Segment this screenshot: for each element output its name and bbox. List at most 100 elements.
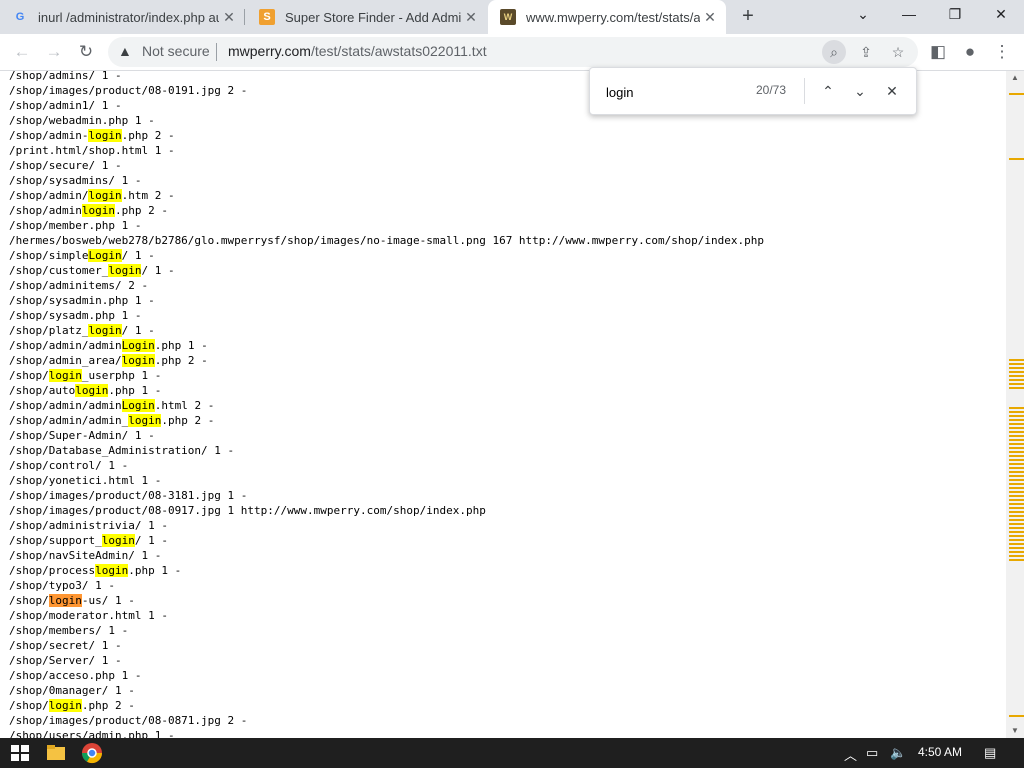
- find-match-highlight: login: [48, 369, 82, 382]
- scrollbar-match-marker: [1009, 551, 1024, 553]
- find-match-highlight: Login: [88, 249, 122, 262]
- log-line: /shop/admin/adminLogin.html 2 -: [9, 398, 214, 413]
- windows-taskbar: ︿ ▭ 🔈 4:50 AM ▤: [0, 738, 1024, 768]
- scrollbar-match-marker: [1009, 379, 1024, 381]
- address-bar[interactable]: ▲ Not secure mwperry.com/test/stats/awst…: [108, 37, 918, 67]
- log-line-text: /shop/: [9, 594, 49, 607]
- find-next-button[interactable]: ⌄: [848, 79, 872, 103]
- close-tab-icon[interactable]: ✕: [461, 9, 481, 26]
- log-line: /shop/members/ 1 -: [9, 623, 128, 638]
- url-text[interactable]: mwperry.com/test/stats/awstats022011.txt: [228, 43, 487, 59]
- log-line-text: .php 2 -: [161, 414, 215, 427]
- log-line: /shop/adminitems/ 2 -: [9, 278, 148, 293]
- chrome-icon[interactable]: [80, 741, 104, 765]
- reload-button[interactable]: ↻: [72, 38, 100, 66]
- scrollbar-match-marker: [1009, 523, 1024, 525]
- close-tab-icon[interactable]: ✕: [700, 9, 720, 26]
- log-line-text: / 1 -: [134, 534, 168, 547]
- log-line: /shop/admin/admin_login.php 2 -: [9, 413, 214, 428]
- scrollbar-match-marker: [1009, 543, 1024, 545]
- forward-button[interactable]: →: [40, 38, 68, 66]
- log-line: /shop/images/product/08-3181.jpg 1 -: [9, 488, 247, 503]
- log-line-text: /shop/secure/ 1 -: [9, 159, 122, 172]
- find-match-highlight: login: [95, 564, 129, 577]
- log-line: /shop/platz_login/ 1 -: [9, 323, 155, 338]
- notifications-icon[interactable]: ▤: [984, 745, 996, 761]
- log-line-text: /shop/admin1/ 1 -: [9, 99, 122, 112]
- scrollbar-match-marker: [1009, 459, 1024, 461]
- scrollbar-match-marker: [1009, 387, 1024, 389]
- scrollbar-match-marker: [1009, 555, 1024, 557]
- side-panel-icon[interactable]: ◧: [924, 38, 952, 66]
- log-line-text: /shop/Database_Administration/ 1 -: [9, 444, 235, 457]
- menu-kebab-icon[interactable]: ⋮: [988, 38, 1016, 66]
- profile-avatar[interactable]: ●: [956, 38, 984, 66]
- scrollbar-match-marker: [1009, 439, 1024, 441]
- tab-title: inurl /administrator/index.php au: [38, 9, 219, 25]
- scrollbar-match-marker: [1009, 519, 1024, 521]
- find-close-button[interactable]: ✕: [880, 79, 904, 103]
- store-icon: S: [259, 9, 275, 25]
- close-window-button[interactable]: ✕: [978, 0, 1024, 30]
- log-line: /shop/users/admin.php 1 -: [9, 728, 175, 738]
- scrollbar-match-marker: [1009, 435, 1024, 437]
- log-line: /shop/secret/ 1 -: [9, 638, 122, 653]
- clock[interactable]: 4:50 AM: [918, 745, 962, 759]
- find-match-highlight: login: [101, 534, 135, 547]
- security-label[interactable]: Not secure: [142, 43, 210, 59]
- tab-super-store-finder[interactable]: S Super Store Finder - Add Admin ✕: [247, 0, 487, 34]
- log-line: /shop/moderator.html 1 -: [9, 608, 168, 623]
- vertical-scrollbar[interactable]: ▲ ▼: [1006, 71, 1024, 738]
- log-line-text: / 1 -: [121, 249, 155, 262]
- tab-search-button[interactable]: ⌄: [840, 0, 886, 30]
- scroll-up-arrow[interactable]: ▲: [1006, 71, 1024, 85]
- log-line-text: /shop/simple: [9, 249, 89, 262]
- log-line: /shop/typo3/ 1 -: [9, 578, 115, 593]
- scrollbar-match-marker: [1009, 487, 1024, 489]
- file-explorer-icon[interactable]: [44, 741, 68, 765]
- scrollbar-match-marker: [1009, 407, 1024, 409]
- bookmark-star-icon[interactable]: ☆: [886, 40, 910, 64]
- tray-chevron-icon[interactable]: ︿: [844, 745, 857, 764]
- log-line: /shop/acceso.php 1 -: [9, 668, 141, 683]
- log-line: /hermes/bosweb/web278/b2786/glo.mwperrys…: [9, 233, 764, 248]
- scrollbar-match-marker: [1009, 93, 1024, 95]
- warning-icon[interactable]: ▲: [118, 43, 132, 59]
- network-icon[interactable]: ▭: [866, 745, 878, 761]
- scroll-down-arrow[interactable]: ▼: [1006, 724, 1024, 738]
- find-input[interactable]: [604, 81, 748, 103]
- scrollbar-match-marker: [1009, 463, 1024, 465]
- log-line-text: /shop/images/product/08-3181.jpg 1 -: [9, 489, 248, 502]
- back-button[interactable]: ←: [8, 38, 36, 66]
- log-line: /shop/support_login/ 1 -: [9, 533, 168, 548]
- log-line: /shop/Super-Admin/ 1 -: [9, 428, 155, 443]
- scrollbar-match-marker: [1009, 715, 1024, 717]
- find-in-page-icon[interactable]: ⌕: [822, 40, 846, 64]
- scrollbar-match-marker: [1009, 491, 1024, 493]
- log-line-text: .php 2 -: [81, 699, 135, 712]
- share-icon[interactable]: ⇪: [854, 40, 878, 64]
- log-line: /shop/administrivia/ 1 -: [9, 518, 168, 533]
- find-match-highlight: login: [88, 324, 122, 337]
- log-line: /shop/Server/ 1 -: [9, 653, 122, 668]
- windows-start-icon[interactable]: [8, 741, 32, 765]
- log-line-text: /shop/acceso.php 1 -: [9, 669, 142, 682]
- log-line-text: /shop/: [9, 699, 49, 712]
- scrollbar-match-marker: [1009, 467, 1024, 469]
- find-match-highlight: login: [128, 414, 162, 427]
- log-line-text: /shop/navSiteAdmin/ 1 -: [9, 549, 162, 562]
- close-tab-icon[interactable]: ✕: [219, 9, 239, 26]
- tab-awstats[interactable]: W www.mwperry.com/test/stats/aw ✕: [488, 0, 726, 34]
- volume-icon[interactable]: 🔈: [890, 745, 906, 761]
- log-line-text: .php 2 -: [154, 354, 208, 367]
- scrollbar-match-marker: [1009, 483, 1024, 485]
- log-line-text: /shop/images/product/08-0871.jpg 2 -: [9, 714, 248, 727]
- find-previous-button[interactable]: ⌃: [816, 79, 840, 103]
- new-tab-button[interactable]: +: [736, 4, 760, 28]
- log-line: /shop/autologin.php 1 -: [9, 383, 161, 398]
- minimize-button[interactable]: —: [886, 0, 932, 30]
- log-line: /shop/webadmin.php 1 -: [9, 113, 155, 128]
- restore-button[interactable]: ❐: [932, 0, 978, 30]
- log-line-text: /shop/admin/: [9, 189, 89, 202]
- tab-google-search[interactable]: G inurl /administrator/index.php au ✕: [0, 0, 245, 34]
